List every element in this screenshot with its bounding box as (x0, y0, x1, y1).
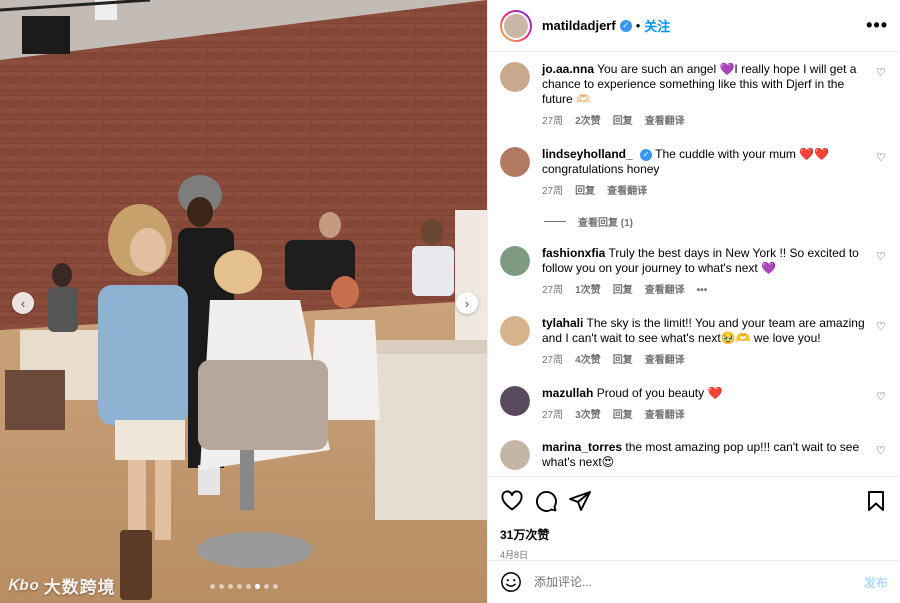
comment-input[interactable] (534, 575, 864, 589)
chevron-left-icon: ‹ (20, 295, 26, 311)
carousel-prev-button[interactable]: ‹ (12, 292, 34, 314)
comment-meta: 27周 1次赞 回复 查看翻译 ••• (542, 283, 868, 298)
watermark-logo: Ꮶbo (8, 577, 40, 594)
comment-likes-count[interactable]: 2次赞 (575, 114, 601, 129)
small-heart-icon[interactable]: ♡ (876, 444, 890, 470)
commenter-username[interactable]: jo.aa.nna (542, 62, 594, 76)
verified-badge-icon: ✓ (619, 19, 632, 32)
comment-age: 27周 (542, 186, 564, 197)
carousel-dot (227, 584, 233, 589)
comment-text-block: fashionxfia Truly the best days in New Y… (542, 246, 868, 276)
carousel-dot (236, 584, 242, 589)
author-username[interactable]: matildadjerf (542, 18, 616, 33)
reply-button[interactable]: 回复 (613, 283, 633, 298)
view-replies-button[interactable]: 查看回复 (1) (544, 214, 633, 229)
view-replies-label: 查看回复 (1) (578, 218, 633, 229)
carousel-next-button[interactable]: › (456, 292, 478, 314)
small-heart-icon[interactable]: ♡ (876, 320, 890, 368)
carousel-dot (272, 584, 278, 589)
commenter-username[interactable]: marina_torres (542, 440, 622, 454)
see-translation-button[interactable]: 查看翻译 (645, 283, 685, 298)
comment-text-block: jo.aa.nna You are such an angel 💜I reall… (542, 62, 868, 107)
carousel-dot (218, 584, 224, 589)
comment-text: Proud of you beauty ❤️ (596, 386, 723, 400)
carousel-dot (245, 584, 251, 589)
comment-meta: 27周 2次赞 回复 查看翻译 (542, 114, 868, 129)
comment-item: lindseyholland_ ✓ The cuddle with your m… (500, 147, 890, 199)
see-translation-button[interactable]: 查看翻译 (645, 114, 685, 129)
commenter-username[interactable]: mazullah (542, 386, 593, 400)
heart-icon[interactable] (500, 489, 524, 513)
comment-likes-count[interactable]: 4次赞 (575, 353, 601, 368)
commenter-username[interactable]: tylahali (542, 316, 583, 330)
commenter-username[interactable]: fashionxfia (542, 246, 605, 260)
comment-likes-count[interactable]: 1次赞 (575, 283, 601, 298)
salon-scene-image (0, 0, 487, 603)
reply-button[interactable]: 回复 (613, 353, 633, 368)
reply-button[interactable]: 回复 (613, 408, 633, 423)
small-heart-icon[interactable]: ♡ (876, 66, 890, 129)
likes-count[interactable]: 31万次赞 (500, 526, 888, 543)
bookmark-icon[interactable] (864, 489, 888, 513)
comment-item: tylahali The sky is the limit!! You and … (500, 316, 890, 368)
chevron-right-icon: › (464, 295, 470, 311)
comment-meta: 27周 回复 查看翻译 (542, 184, 868, 199)
follow-button[interactable]: 关注 (644, 16, 670, 35)
commenter-avatar[interactable] (500, 440, 530, 470)
comment-text-block: tylahali The sky is the limit!! You and … (542, 316, 868, 346)
commenter-avatar[interactable] (500, 62, 530, 92)
comment-age: 27周 (542, 116, 564, 127)
comment-text: The sky is the limit!! You and your team… (542, 316, 865, 345)
comment-text-block: mazullah Proud of you beauty ❤️ (542, 386, 868, 401)
commenter-avatar[interactable] (500, 147, 530, 177)
comment-age: 27周 (542, 285, 564, 296)
carousel-dot (254, 584, 260, 589)
small-heart-icon[interactable]: ♡ (876, 250, 890, 298)
watermark-text: 大数跨境 (43, 578, 116, 597)
add-comment-bar: 发布 (488, 560, 900, 603)
action-icons-row (500, 485, 888, 517)
comment-options-icon[interactable]: ••• (697, 283, 708, 298)
commenter-avatar[interactable] (500, 316, 530, 346)
comment-icon[interactable] (534, 489, 558, 513)
comments-list[interactable]: jo.aa.nna You are such an angel 💜I reall… (488, 52, 900, 476)
comment-age: 27周 (542, 410, 564, 421)
post-actions: 31万次赞 4月8日 (488, 476, 900, 561)
verified-badge-icon: ✓ (640, 148, 653, 161)
comment-item: fashionxfia Truly the best days in New Y… (500, 246, 890, 298)
comment-item: jo.aa.nna You are such an angel 💜I reall… (500, 62, 890, 129)
comment-meta: 27周 3次赞 回复 查看翻译 (542, 408, 868, 423)
comment-item: marina_torres the most amazing pop up!!!… (500, 440, 890, 470)
see-translation-button[interactable]: 查看翻译 (607, 184, 647, 199)
commenter-avatar[interactable] (500, 386, 530, 416)
comment-item: mazullah Proud of you beauty ❤️ 27周 3次赞 … (500, 386, 890, 423)
small-heart-icon[interactable]: ♡ (876, 151, 890, 199)
paper-plane-icon[interactable] (568, 489, 592, 513)
see-translation-button[interactable]: 查看翻译 (645, 353, 685, 368)
post-photo[interactable]: ‹ › Ꮶbo 大数跨境 (0, 0, 487, 603)
reply-button[interactable]: 回复 (575, 184, 595, 199)
comment-text-block: lindseyholland_ ✓ The cuddle with your m… (542, 147, 868, 177)
comment-text-block: marina_torres the most amazing pop up!!!… (542, 440, 868, 470)
comment-meta: 27周 4次赞 回复 查看翻译 (542, 353, 868, 368)
reply-button[interactable]: 回复 (613, 114, 633, 129)
carousel-dot (209, 584, 215, 589)
comment-likes-count[interactable]: 3次赞 (575, 408, 601, 423)
commenter-avatar[interactable] (500, 246, 530, 276)
header-separator: • (635, 18, 641, 33)
post-comment-button[interactable]: 发布 (864, 574, 888, 591)
commenter-username[interactable]: lindseyholland_ (542, 147, 633, 161)
comment-age: 27周 (542, 355, 564, 366)
replies-divider (544, 221, 566, 222)
post-header: matildadjerf ✓ • 关注 ••• (488, 0, 900, 52)
carousel-dot (263, 584, 269, 589)
post-side-panel: matildadjerf ✓ • 关注 ••• jo.aa.nna You ar… (487, 0, 900, 603)
author-avatar[interactable] (500, 9, 532, 42)
see-translation-button[interactable]: 查看翻译 (645, 408, 685, 423)
more-options-icon[interactable]: ••• (866, 15, 888, 36)
smiley-icon[interactable] (500, 571, 522, 593)
watermark: Ꮶbo 大数跨境 (8, 573, 116, 598)
small-heart-icon[interactable]: ♡ (876, 390, 890, 423)
